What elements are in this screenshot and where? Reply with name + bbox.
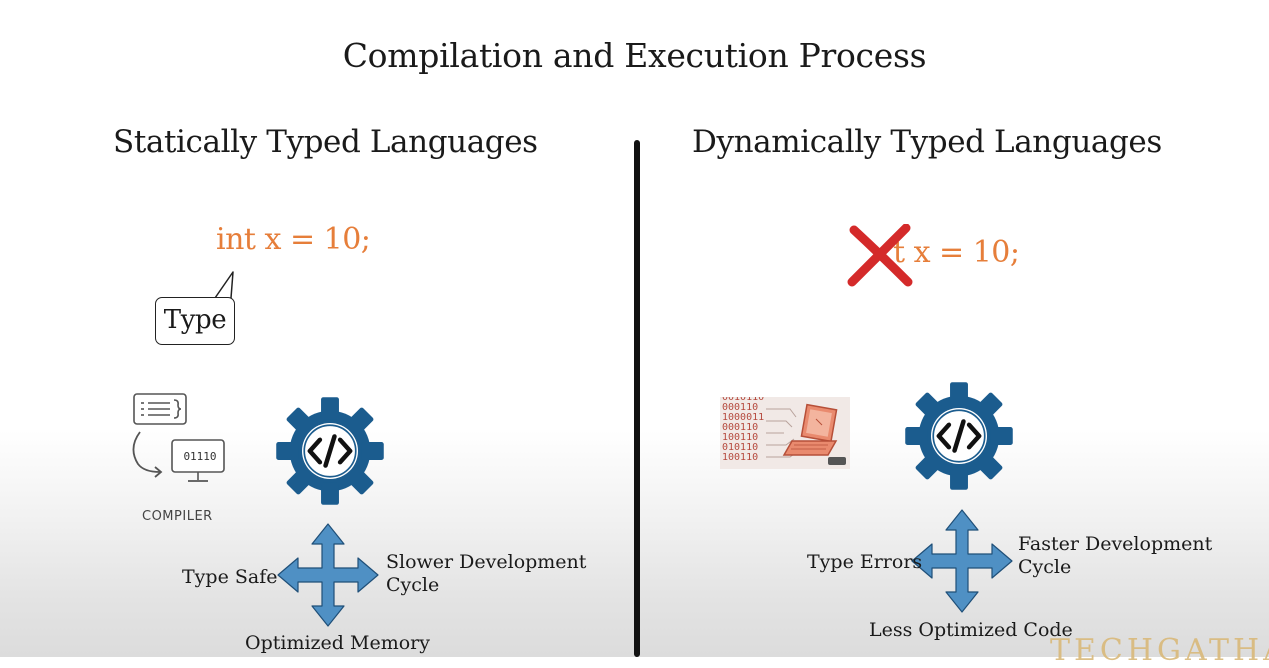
column-divider: [634, 140, 640, 657]
brand-watermark: TECHGATHA: [1050, 633, 1269, 668]
dynamic-pro-right-line1: Faster Development: [1018, 533, 1213, 555]
red-cross-icon: [847, 224, 913, 287]
four-way-arrow-icon: [277, 523, 379, 627]
four-way-arrow-icon-dynamic: [911, 509, 1013, 613]
dynamic-heading: Dynamically Typed Languages: [692, 124, 1162, 160]
page-title: Compilation and Execution Process: [342, 36, 927, 75]
static-code-sample: int x = 10;: [216, 222, 371, 257]
type-speech-bubble: Type: [155, 297, 235, 345]
dynamic-pro-right-line2: Cycle: [1018, 556, 1072, 578]
code-gear-icon-dynamic: [905, 382, 1013, 490]
static-heading: Statically Typed Languages: [113, 124, 538, 160]
static-pro-bottom: Optimized Memory: [245, 632, 430, 654]
compiler-icon: [132, 393, 225, 482]
laptop-illustration: [766, 403, 846, 465]
code-gear-icon: [276, 397, 384, 505]
bubble-tail: [214, 271, 234, 299]
compiler-label: COMPILER: [142, 509, 213, 524]
dynamic-pro-left: Type Errors: [807, 551, 923, 573]
static-pro-right-line1: Slower Development: [386, 551, 587, 573]
compiler-binary-text: 01110: [183, 450, 217, 463]
binary-laptop-image: 0010110 000110 1000011 000110 100110 010…: [720, 397, 850, 469]
dynamic-pro-bottom: Less Optimized Code: [869, 619, 1073, 641]
static-pro-right-line2: Cycle: [386, 574, 440, 596]
static-pro-left: Type Safe: [182, 566, 278, 588]
